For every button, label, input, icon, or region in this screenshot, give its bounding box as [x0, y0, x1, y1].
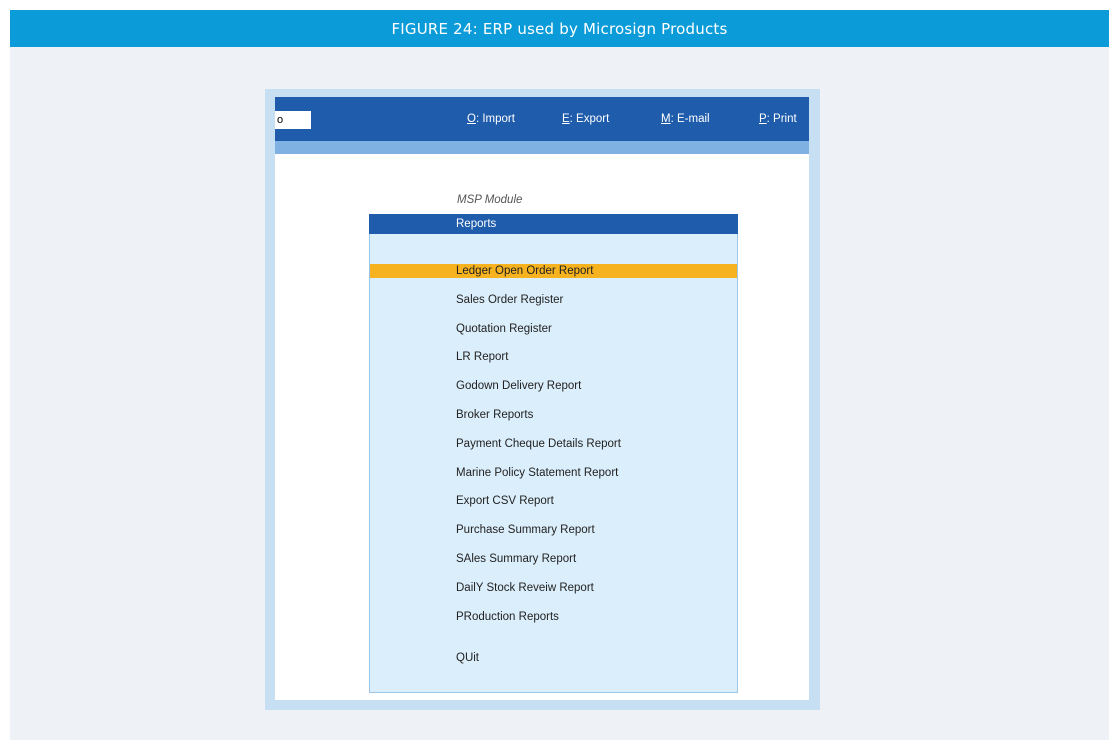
menu-item-payment-cheque-details-report[interactable]: Payment Cheque Details Report [370, 437, 737, 451]
toolbar-input[interactable]: o [275, 111, 311, 129]
import-shortcut-key: O [467, 113, 476, 125]
menu-item-daily-stock-review-report[interactable]: DailY Stock Reveiw Report [370, 581, 737, 595]
email-button[interactable]: M: E-mail [661, 113, 710, 125]
erp-window: o O: Import E: Export M: E-mail P: Print… [275, 97, 809, 700]
menu-item-purchase-summary-report[interactable]: Purchase Summary Report [370, 523, 737, 537]
export-button[interactable]: E: Export [562, 113, 609, 125]
menu-item-sales-order-register[interactable]: Sales Order Register [370, 293, 737, 307]
export-shortcut-key: E [562, 113, 570, 125]
email-label: : E-mail [670, 113, 710, 125]
toolbar: o O: Import E: Export M: E-mail P: Print [275, 97, 809, 141]
module-caption: MSP Module [457, 194, 523, 206]
menu-item-lr-report[interactable]: LR Report [370, 350, 737, 364]
figure-title: FIGURE 24: ERP used by Microsign Product… [10, 10, 1109, 47]
menu-item-quotation-register[interactable]: Quotation Register [370, 322, 737, 336]
screenshot-frame: o O: Import E: Export M: E-mail P: Print… [265, 89, 820, 710]
menu-item-ledger-open-order-report[interactable]: Ledger Open Order Report [370, 264, 737, 278]
menu-item-sales-summary-report[interactable]: SAles Summary Report [370, 552, 737, 566]
menu-item-quit[interactable]: QUit [370, 651, 737, 665]
menu-item-broker-reports[interactable]: Broker Reports [370, 408, 737, 422]
export-label: : Export [569, 113, 610, 125]
menu-item-marine-policy-statement-report[interactable]: Marine Policy Statement Report [370, 466, 737, 480]
reports-menu: Reports Ledger Open Order Report Sales O… [369, 214, 738, 693]
import-button[interactable]: O: Import [467, 113, 515, 125]
email-shortcut-key: M [661, 113, 671, 125]
toolbar-strip [275, 141, 809, 154]
menu-item-production-reports[interactable]: PRoduction Reports [370, 610, 737, 624]
print-label: : Print [766, 113, 797, 125]
print-button[interactable]: P: Print [759, 113, 797, 125]
figure: FIGURE 24: ERP used by Microsign Product… [10, 10, 1109, 740]
menu-title: Reports [369, 214, 738, 234]
menu-item-godown-delivery-report[interactable]: Godown Delivery Report [370, 379, 737, 393]
print-shortcut-key: P [759, 113, 767, 125]
import-label: : Import [475, 113, 515, 125]
menu-item-export-csv-report[interactable]: Export CSV Report [370, 494, 737, 508]
